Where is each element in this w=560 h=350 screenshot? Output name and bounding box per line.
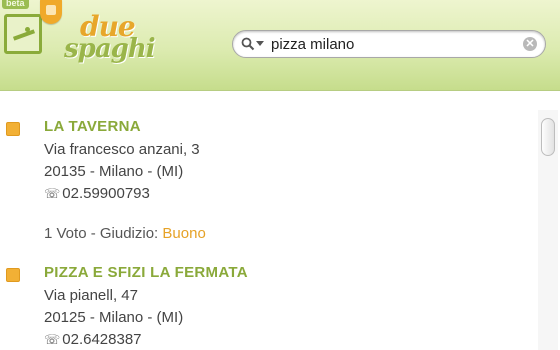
result-phone: ☏ 02.6428387 [44,331,142,348]
result-marker-icon [6,122,20,136]
result-name-link[interactable]: PIZZA E SFIZI LA FERMATA [44,264,248,281]
search-icon[interactable] [241,37,255,51]
pin-logo-icon [40,0,62,24]
result-marker-icon [6,268,20,282]
scrollbar-thumb[interactable] [541,118,555,156]
result-name-link[interactable]: LA TAVERNA [44,118,141,135]
clear-icon[interactable]: ✕ [523,37,537,51]
result-phone-number: 02.59900793 [62,185,150,202]
app-header: beta due spaghi ✕ [0,0,560,91]
result-address: Via francesco anzani, 3 [44,141,200,158]
result-city: 20125 - Milano - (MI) [44,309,184,326]
result-rating-prefix: 1 Voto - Giudizio: [44,225,163,242]
result-address: Via pianell, 47 [44,287,138,304]
result-city: 20135 - Milano - (MI) [44,163,184,180]
results-list: LA TAVERNA Via francesco anzani, 3 20135… [0,91,535,350]
result-phone: ☏ 02.59900793 [44,185,150,202]
search-box[interactable]: ✕ [232,30,546,58]
phone-icon: ☏ [44,332,61,347]
chevron-down-icon[interactable] [256,41,264,46]
search-input[interactable] [271,34,511,54]
logo-text-bottom: spaghi [64,34,156,64]
result-rating: 1 Voto - Giudizio: Buono [44,225,206,242]
result-rating-value[interactable]: Buono [162,225,205,242]
result-phone-number: 02.6428387 [62,331,142,348]
beta-badge: beta [2,0,29,9]
map-logo-icon [4,14,42,54]
phone-icon: ☏ [44,186,61,201]
